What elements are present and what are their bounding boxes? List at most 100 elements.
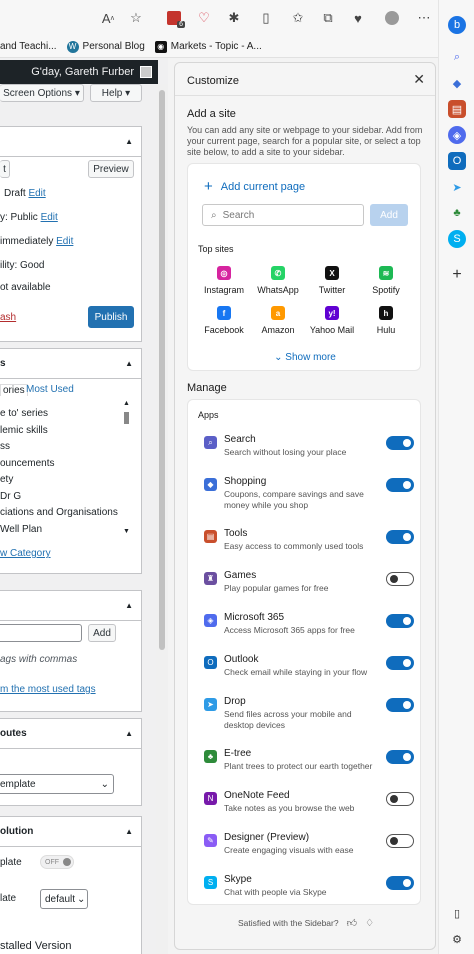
- top-site-label: Instagram: [203, 285, 245, 295]
- top-site-facebook[interactable]: f Facebook: [196, 306, 252, 335]
- shopping-tag-icon[interactable]: ◆: [448, 74, 466, 92]
- extension-badge-icon[interactable]: 6: [166, 10, 185, 28]
- app-row-games: ♜ Games Play popular games for free: [188, 570, 422, 610]
- app-toggle[interactable]: [386, 876, 414, 890]
- collections-icon[interactable]: ⧉: [320, 10, 336, 26]
- category-item[interactable]: Dr G: [0, 491, 21, 502]
- microsoft365-icon[interactable]: ◈: [448, 126, 466, 144]
- read-aloud-icon[interactable]: Aʌ: [100, 10, 116, 26]
- top-site-yahoo-mail[interactable]: y! Yahoo Mail: [304, 306, 360, 335]
- tree-icon[interactable]: ♣: [448, 204, 466, 222]
- add-site-button[interactable]: Add: [370, 204, 408, 226]
- collapse-up-icon[interactable]: ▲: [125, 359, 133, 368]
- app-toggle[interactable]: [386, 530, 414, 544]
- top-site-amazon[interactable]: a Amazon: [250, 306, 306, 335]
- move-to-trash-link[interactable]: ash: [0, 312, 16, 323]
- performance-icon[interactable]: ♥: [350, 10, 366, 26]
- show-more-label: Show more: [285, 352, 336, 363]
- edit-status-link[interactable]: Edit: [28, 188, 45, 199]
- add-tag-button[interactable]: Add: [88, 624, 116, 642]
- apps-card: Apps ⌕ Search Search without losing your p…: [187, 399, 421, 905]
- app-toggle[interactable]: [386, 436, 414, 450]
- category-item[interactable]: ciations and Organisations: [0, 507, 118, 518]
- greeting-text[interactable]: G'day, Gareth Furber: [31, 66, 134, 78]
- template-select[interactable]: emplate ⌄: [0, 774, 114, 794]
- pocket-icon[interactable]: ♡: [196, 10, 212, 26]
- publish-time-row: immediately Edit: [0, 236, 73, 247]
- category-item[interactable]: lemic skills: [0, 425, 48, 436]
- category-item[interactable]: ouncements: [0, 458, 54, 469]
- category-item[interactable]: ss: [0, 441, 10, 452]
- bing-copilot-icon[interactable]: b: [448, 16, 466, 34]
- scrollbar-thumb[interactable]: [159, 90, 165, 650]
- favorite-star-icon[interactable]: ☆: [128, 10, 144, 26]
- avatar[interactable]: [140, 66, 152, 78]
- top-site-hulu[interactable]: h Hulu: [358, 306, 414, 335]
- tab-most-used[interactable]: Most Used: [26, 384, 74, 395]
- app-toggle[interactable]: [386, 698, 414, 712]
- bookmark-teaching[interactable]: and Teachi...: [0, 41, 57, 52]
- top-site-whatsapp[interactable]: ✆ WhatsApp: [250, 266, 306, 295]
- settings-gear-icon[interactable]: ⚙: [448, 930, 466, 948]
- help-button[interactable]: Help ▾: [90, 84, 142, 102]
- category-item[interactable]: ety: [0, 474, 13, 485]
- drop-icon: ➤: [204, 698, 217, 711]
- chevron-down-icon: ⌄: [274, 352, 283, 363]
- bookmark-markets[interactable]: ◉ Markets - Topic - A...: [154, 40, 262, 53]
- bookmark-personal-blog[interactable]: W Personal Blog: [66, 40, 145, 53]
- split-screen-icon[interactable]: ▯: [258, 10, 274, 26]
- hide-sidebar-icon[interactable]: ▯: [448, 904, 466, 922]
- thumbs-down-icon[interactable]: ♢: [365, 918, 374, 929]
- category-item[interactable]: Well Plan: [0, 524, 42, 535]
- top-site-instagram[interactable]: ◎ Instagram: [196, 266, 252, 295]
- collapse-up-icon[interactable]: ▲: [125, 601, 133, 610]
- extensions-puzzle-icon[interactable]: ✱: [226, 10, 242, 26]
- category-item[interactable]: e to' series: [0, 408, 48, 419]
- tab-all-categories[interactable]: ories: [0, 384, 28, 396]
- more-menu-icon[interactable]: ⋯: [416, 10, 432, 26]
- edit-publish-time-link[interactable]: Edit: [56, 236, 73, 247]
- save-draft-button[interactable]: t: [0, 160, 10, 178]
- close-icon[interactable]: ✕: [413, 71, 425, 88]
- search-icon[interactable]: ⌕: [448, 48, 466, 66]
- app-description: Search without losing your place: [224, 447, 347, 457]
- search-icon: ⌕: [204, 436, 217, 449]
- outlook-icon[interactable]: O: [448, 152, 466, 170]
- edit-visibility-link[interactable]: Edit: [41, 212, 58, 223]
- page-scrollbar[interactable]: [156, 84, 168, 954]
- show-more-button[interactable]: ⌄ Show more: [188, 352, 422, 363]
- app-toggle[interactable]: [386, 656, 414, 670]
- preview-button[interactable]: Preview: [88, 160, 134, 178]
- app-toggle[interactable]: [386, 834, 414, 848]
- layout-select[interactable]: default ⌄: [40, 889, 88, 909]
- category-scrollbar[interactable]: ▲ ▼: [122, 400, 132, 540]
- app-description: Create engaging visuals with ease: [224, 845, 354, 855]
- thumbs-up-icon[interactable]: 👍︎: [347, 917, 357, 929]
- screen-options-button[interactable]: Screen Options ▾: [0, 84, 84, 102]
- tag-input[interactable]: [0, 624, 82, 642]
- top-site-spotify[interactable]: ≋ Spotify: [358, 266, 414, 295]
- collapse-up-icon[interactable]: ▲: [125, 827, 133, 836]
- top-site-twitter[interactable]: X Twitter: [304, 266, 360, 295]
- collapse-up-icon[interactable]: ▲: [125, 137, 133, 146]
- publish-button[interactable]: Publish: [88, 306, 134, 328]
- app-toggle[interactable]: [386, 750, 414, 764]
- toolbox-icon[interactable]: ▤: [448, 100, 466, 118]
- add-plus-icon[interactable]: +: [448, 266, 466, 284]
- app-description: Access Microsoft 365 apps for free: [224, 625, 355, 635]
- site-search-input[interactable]: ⌕ Search: [202, 204, 364, 226]
- favorites-icon[interactable]: ✩: [290, 10, 306, 26]
- off-toggle[interactable]: OFF: [40, 855, 74, 869]
- chess-piece-icon: ♜: [204, 572, 217, 585]
- collapse-up-icon[interactable]: ▲: [125, 729, 133, 738]
- profile-avatar-icon[interactable]: [384, 10, 400, 26]
- add-current-page-button[interactable]: + Add current page: [204, 178, 305, 195]
- app-toggle[interactable]: [386, 478, 414, 492]
- skype-icon[interactable]: S: [448, 230, 466, 248]
- app-toggle[interactable]: [386, 792, 414, 806]
- app-toggle[interactable]: [386, 572, 414, 586]
- add-new-category-link[interactable]: w Category: [0, 548, 51, 559]
- app-toggle[interactable]: [386, 614, 414, 628]
- most-used-tags-link[interactable]: m the most used tags: [0, 684, 96, 695]
- drop-icon[interactable]: ➤: [448, 178, 466, 196]
